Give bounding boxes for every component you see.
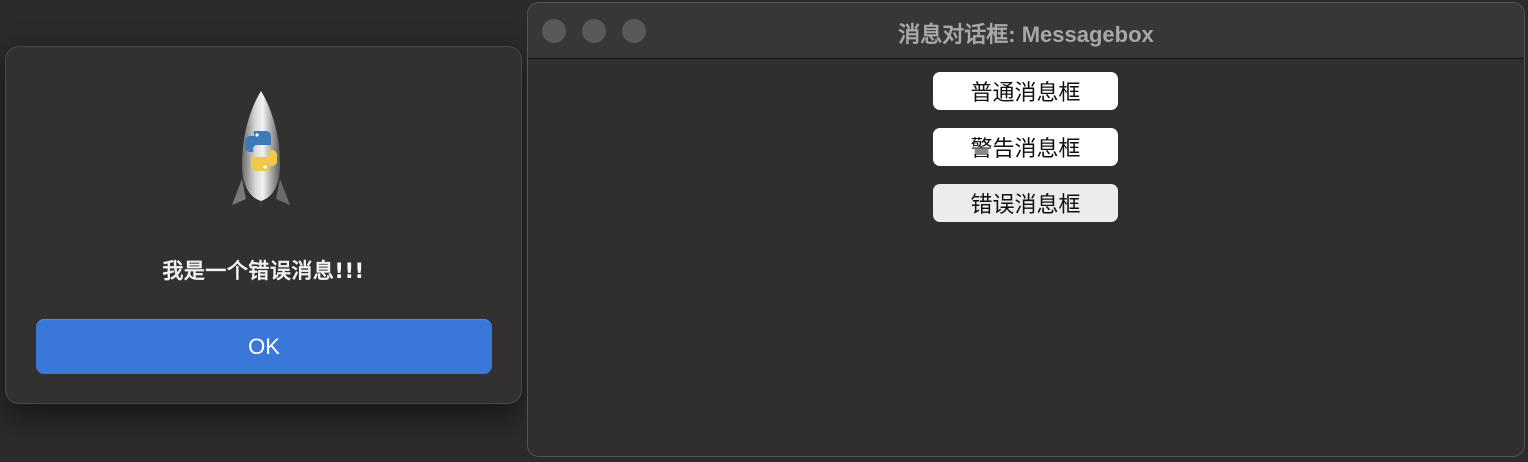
window-content: 普通消息框 警告消息框 错误消息框 (528, 59, 1524, 456)
messagebox-window: 消息对话框: Messagebox 普通消息框 警告消息框 错误消息框 (527, 2, 1525, 457)
warning-messagebox-button[interactable]: 警告消息框 (933, 128, 1118, 166)
info-messagebox-button[interactable]: 普通消息框 (933, 72, 1118, 110)
ok-button[interactable]: OK (36, 319, 492, 374)
error-alert-dialog: 我是一个错误消息!!! OK (5, 46, 522, 404)
window-title: 消息对话框: Messagebox (898, 22, 1154, 47)
alert-message: 我是一个错误消息!!! (162, 259, 365, 283)
error-messagebox-button[interactable]: 错误消息框 (933, 184, 1118, 222)
python-launcher-rocket-icon (230, 87, 292, 217)
title-bar[interactable]: 消息对话框: Messagebox (528, 3, 1524, 59)
desktop: 我是一个错误消息!!! OK 消息对话框: Messagebox 普通消息框 警… (0, 0, 1528, 462)
